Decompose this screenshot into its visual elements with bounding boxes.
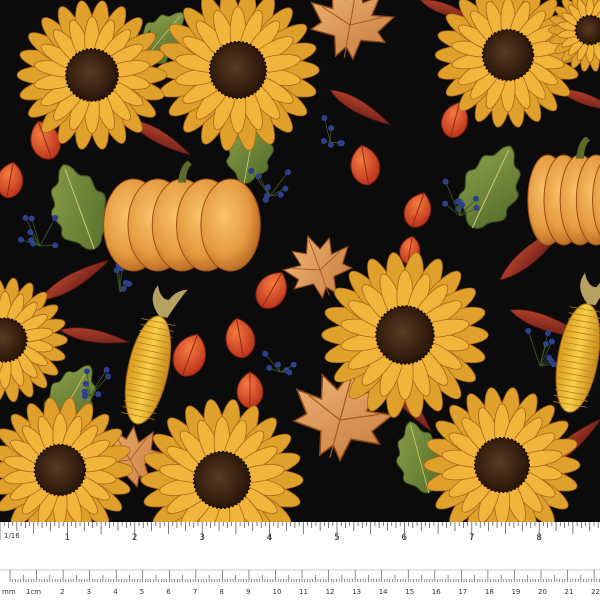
- cm-number: 15: [405, 588, 414, 596]
- cm-number: 2: [60, 588, 64, 596]
- inch-number: 1: [64, 533, 70, 543]
- inch-number: 2: [132, 533, 138, 543]
- inch-number: 7: [469, 533, 475, 543]
- mm-label: mm: [2, 588, 16, 596]
- cm-number: 14: [379, 588, 388, 596]
- cm-number: 19: [511, 588, 520, 596]
- fabric-photo: 1/16 mm 1cm 12345678 2 3 4 5 6 7 8 9 10 11 12 13 14 1…: [0, 0, 600, 600]
- cm-number: 7: [193, 588, 197, 596]
- cm-number: 3: [87, 588, 91, 596]
- cm-number: 22: [591, 588, 600, 596]
- cm-number: 6: [166, 588, 171, 596]
- inch-number: 3: [199, 533, 205, 543]
- cm-number: 17: [458, 588, 467, 596]
- cm-number: 13: [352, 588, 361, 596]
- cm-number: 9: [246, 588, 250, 596]
- cm-number: 4: [113, 588, 118, 596]
- fabric-pattern: [0, 0, 600, 522]
- cm-number: 20: [538, 588, 547, 596]
- measuring-ruler: 1/16 mm 1cm 12345678 2 3 4 5 6 7 8 9 10 11 12 13 14 1…: [0, 522, 600, 600]
- cm-number: 5: [140, 588, 144, 596]
- cm-number: 16: [432, 588, 441, 596]
- inch-fraction-label: 1/16: [4, 532, 20, 540]
- inch-number: 5: [334, 533, 340, 543]
- cm-number: 11: [299, 588, 308, 596]
- inch-number: 6: [401, 533, 407, 543]
- cm-number: 12: [326, 588, 335, 596]
- inch-number: 4: [267, 533, 273, 543]
- cm-number: 18: [485, 588, 494, 596]
- cm-label: 1cm: [26, 588, 41, 596]
- cm-number: 8: [219, 588, 223, 596]
- cm-number: 21: [565, 588, 574, 596]
- cm-number: 10: [273, 588, 282, 596]
- inch-number: 8: [536, 533, 542, 543]
